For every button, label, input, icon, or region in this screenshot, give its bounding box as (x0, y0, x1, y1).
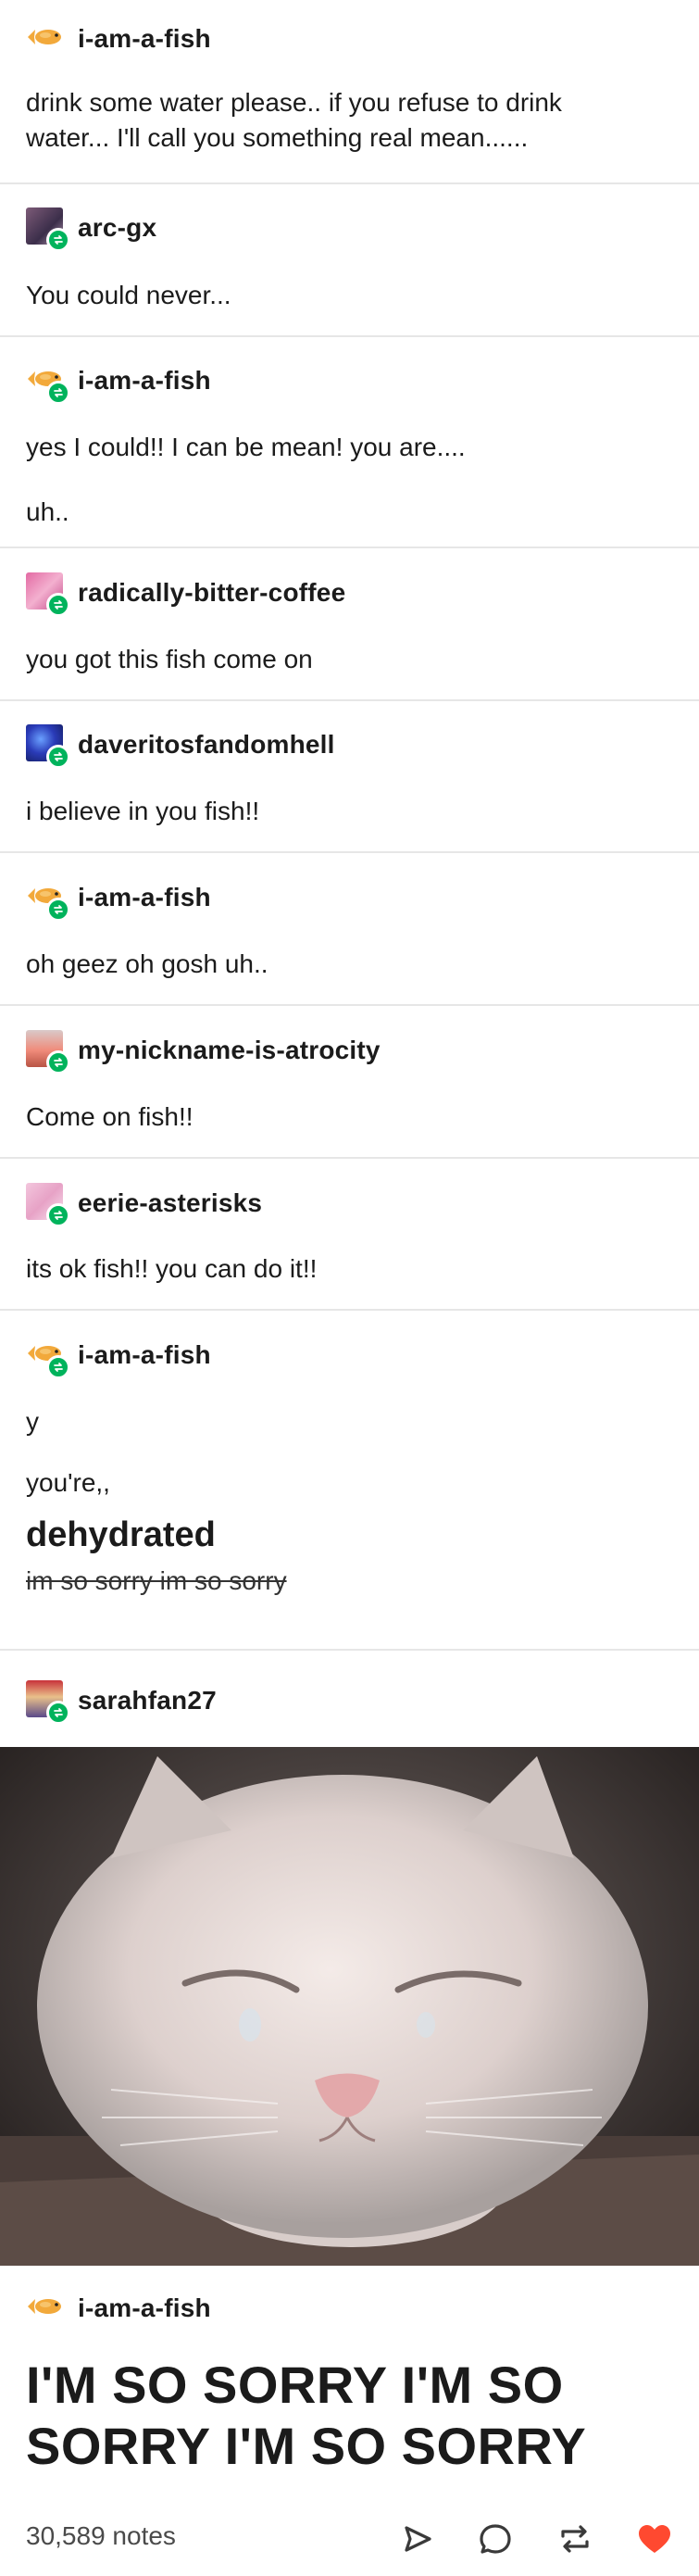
divider (0, 1157, 699, 1159)
post-header: i-am-a-fish (26, 875, 211, 922)
reblog-badge (46, 1203, 70, 1227)
goldfish-icon (28, 30, 61, 44)
divider (0, 699, 699, 701)
divider (0, 1004, 699, 1006)
username[interactable]: i-am-a-fish (78, 24, 211, 54)
post-text: i believe in you fish!! (26, 794, 674, 829)
username[interactable]: eerie-asterisks (78, 1188, 262, 1218)
post-text: y you're,, dehydrated im so sorry im so … (26, 1404, 674, 1599)
divider (0, 182, 699, 184)
reblog-icon (54, 1708, 63, 1717)
text-line: Come on fish!! (26, 1102, 193, 1131)
post-header: i-am-a-fish (26, 358, 211, 405)
post-header: sarahfan27 (26, 1678, 217, 1725)
text-line: y (26, 1407, 39, 1436)
crying-cat-photo[interactable] (0, 1747, 699, 2266)
avatar[interactable] (26, 2288, 67, 2329)
text-line: SORRY I'M SO SORRY (26, 2417, 587, 2475)
avatar[interactable] (26, 19, 67, 59)
post-text: yes I could!! I can be mean! you are....… (26, 430, 674, 530)
bold-text: dehydrated (26, 1515, 216, 1554)
post-header: daveritosfandomhell (26, 723, 335, 769)
post-text: Come on fish!! (26, 1100, 674, 1135)
avatar[interactable] (26, 1030, 70, 1074)
avatar[interactable] (26, 724, 70, 769)
username[interactable]: sarahfan27 (78, 1686, 217, 1715)
avatar[interactable] (26, 360, 70, 405)
crying-cat-image (0, 1747, 699, 2266)
post-text: oh geez oh gosh uh.. (26, 947, 674, 982)
avatar[interactable] (26, 1183, 70, 1227)
text-line: drink some water please.. if you refuse … (26, 88, 562, 117)
post-header: radically-bitter-coffee (26, 571, 345, 617)
text-line: yes I could!! I can be mean! you are.... (26, 433, 466, 461)
post-header: my-nickname-is-atrocity (26, 1028, 381, 1074)
text-line: i believe in you fish!! (26, 797, 260, 825)
text-line: I'M SO SORRY I'M SO (26, 2356, 564, 2414)
username[interactable]: daveritosfandomhell (78, 730, 335, 760)
text-line: water... I'll call you something real me… (26, 123, 529, 152)
reblog-icon (54, 600, 63, 609)
text-line: you're,, (26, 1468, 110, 1497)
divider (0, 1309, 699, 1311)
post-text: You could never... (26, 278, 674, 313)
reblog-icon (54, 235, 63, 245)
username[interactable]: i-am-a-fish (78, 883, 211, 912)
post-text: its ok fish!! you can do it!! (26, 1251, 674, 1287)
username[interactable]: i-am-a-fish (78, 366, 211, 396)
strikethrough-text: im so sorry im so sorry (26, 1566, 287, 1595)
avatar[interactable] (26, 572, 70, 617)
reblog-badge (46, 898, 70, 922)
avatar[interactable] (26, 1335, 70, 1379)
username[interactable]: radically-bitter-coffee (78, 578, 345, 608)
text-line: uh.. (26, 497, 69, 526)
reblog-icon (54, 1058, 63, 1067)
username[interactable]: i-am-a-fish (78, 1340, 211, 1370)
notes-count[interactable]: 30,589 notes (26, 2521, 176, 2551)
username[interactable]: arc-gx (78, 213, 156, 243)
post-header: i-am-a-fish (26, 17, 211, 61)
post-header: i-am-a-fish (26, 2286, 211, 2331)
reblog-icon (54, 752, 63, 761)
text-line: oh geez oh gosh uh.. (26, 949, 268, 978)
reblog-icon (54, 1211, 63, 1220)
text-line: you got this fish come on (26, 645, 313, 673)
username[interactable]: my-nickname-is-atrocity (78, 1036, 381, 1065)
reblog-badge (46, 745, 70, 769)
avatar[interactable] (26, 1680, 70, 1725)
post-text: you got this fish come on (26, 642, 674, 677)
share-icon[interactable] (398, 2519, 437, 2558)
divider (0, 851, 699, 853)
post-header: eerie-asterisks (26, 1181, 262, 1227)
reblog-badge (46, 1701, 70, 1725)
reblog-icon (54, 905, 63, 914)
username[interactable]: i-am-a-fish (78, 2293, 211, 2323)
reblog-badge (46, 1355, 70, 1379)
avatar[interactable] (26, 877, 70, 922)
text-line: You could never... (26, 281, 231, 309)
post-header: arc-gx (26, 206, 156, 252)
reply-icon[interactable] (476, 2519, 515, 2558)
shout-text: I'M SO SORRY I'M SO SORRY I'M SO SORRY (26, 2355, 674, 2477)
divider (0, 335, 699, 337)
like-icon[interactable] (635, 2519, 674, 2558)
reblog-icon (54, 388, 63, 397)
post-footer: 30,589 notes (0, 2501, 699, 2571)
reblog-icon[interactable] (555, 2519, 594, 2558)
reblog-badge (46, 381, 70, 405)
avatar[interactable] (26, 207, 70, 252)
text-line: its ok fish!! you can do it!! (26, 1254, 318, 1283)
post-text: drink some water please.. if you refuse … (26, 85, 674, 156)
divider (0, 547, 699, 548)
post-header: i-am-a-fish (26, 1333, 211, 1379)
reblog-icon (54, 1363, 63, 1372)
reblog-badge (46, 228, 70, 252)
reblog-badge (46, 593, 70, 617)
divider (0, 1649, 699, 1651)
goldfish-icon (28, 2299, 61, 2314)
reblog-badge (46, 1050, 70, 1074)
